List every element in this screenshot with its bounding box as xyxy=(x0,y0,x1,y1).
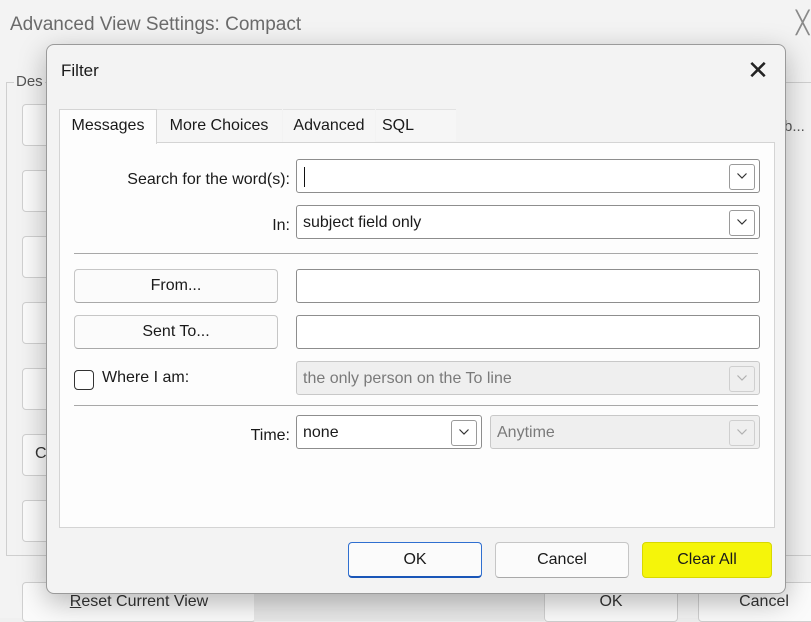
divider xyxy=(74,253,758,254)
close-icon[interactable]: ✕ xyxy=(741,55,775,85)
tab-more-choices[interactable]: More Choices xyxy=(156,109,282,142)
where-i-am-label: Where I am: xyxy=(102,369,190,386)
search-label: Search for the word(s): xyxy=(127,171,290,188)
filter-dialog: Filter ✕ Messages More Choices Advanced … xyxy=(46,44,786,594)
reset-label: eset Current View xyxy=(81,593,209,610)
access-key: R xyxy=(69,593,82,610)
where-i-am-checkbox[interactable] xyxy=(74,370,94,390)
chevron-down-icon xyxy=(729,366,755,392)
window-close-icon[interactable]: ╳ xyxy=(796,10,809,36)
tab-advanced[interactable]: Advanced xyxy=(283,109,375,142)
time-range-select[interactable]: Anytime xyxy=(490,415,760,449)
search-input[interactable] xyxy=(296,159,760,193)
description-group-label: Des xyxy=(14,73,45,90)
cancel-button[interactable]: Cancel xyxy=(495,542,629,578)
clear-all-button[interactable]: Clear All xyxy=(642,542,772,578)
sent-to-button[interactable]: Sent To... xyxy=(74,315,278,349)
in-select[interactable]: subject field only xyxy=(296,205,760,239)
text-cursor xyxy=(304,167,305,187)
chevron-down-icon[interactable] xyxy=(729,164,755,190)
time-value: none xyxy=(303,424,339,441)
messages-tab-panel: Search for the word(s): In: subject fiel… xyxy=(59,142,775,528)
sent-to-field[interactable] xyxy=(296,315,760,349)
dialog-title: Filter xyxy=(61,61,99,80)
where-i-am-select[interactable]: the only person on the To line xyxy=(296,361,760,395)
chevron-down-icon xyxy=(729,420,755,446)
button-label: C xyxy=(35,445,47,462)
time-select[interactable]: none xyxy=(296,415,482,449)
where-i-am-value: the only person on the To line xyxy=(303,370,512,387)
from-button[interactable]: From... xyxy=(74,269,278,303)
time-label: Time: xyxy=(250,427,290,444)
tab-messages[interactable]: Messages xyxy=(59,109,157,144)
tab-sql[interactable]: SQL xyxy=(376,109,456,141)
in-value: subject field only xyxy=(303,214,422,231)
divider xyxy=(74,405,758,406)
time-range-value: Anytime xyxy=(497,424,555,441)
chevron-down-icon[interactable] xyxy=(729,210,755,236)
chevron-down-icon[interactable] xyxy=(451,420,477,446)
window-title: Advanced View Settings: Compact xyxy=(10,14,302,35)
in-label: In: xyxy=(272,217,290,234)
subject-label: b... xyxy=(784,118,805,135)
ok-button[interactable]: OK xyxy=(348,542,482,578)
from-field[interactable] xyxy=(296,269,760,303)
